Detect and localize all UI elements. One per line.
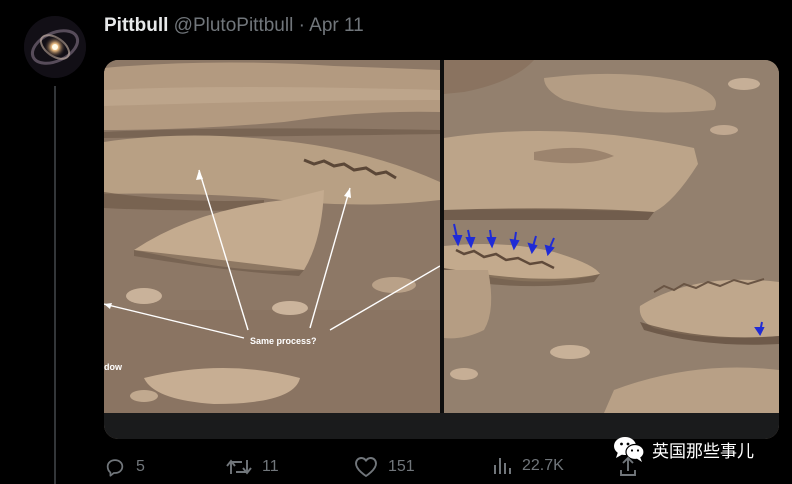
share-button[interactable] xyxy=(618,456,638,478)
annotation-edge-label: dow xyxy=(104,362,122,372)
header-separator: · xyxy=(298,15,305,36)
retweet-button[interactable]: 11 xyxy=(226,456,279,478)
views-count: 22.7K xyxy=(522,457,564,474)
thread-line xyxy=(54,86,56,484)
author-avatar[interactable] xyxy=(24,16,86,78)
share-icon xyxy=(620,456,636,476)
mars-rock-photo-right xyxy=(444,60,779,413)
mars-photo-right[interactable] xyxy=(444,60,779,413)
tweet-actions: 5 11 151 22.7K xyxy=(104,456,774,484)
like-button[interactable]: 151 xyxy=(354,456,415,478)
retweet-icon xyxy=(226,459,252,475)
reply-button[interactable]: 5 xyxy=(104,456,145,478)
views-chart-icon xyxy=(494,458,511,474)
author-name[interactable]: Pittbull xyxy=(104,15,168,36)
tweet-date[interactable]: Apr 11 xyxy=(309,15,364,36)
reply-icon xyxy=(106,459,124,477)
like-count: 151 xyxy=(388,458,415,475)
reply-count: 5 xyxy=(136,458,145,475)
annotation-label: Same process? xyxy=(250,336,317,346)
heart-icon xyxy=(355,457,377,477)
tweet-media[interactable]: Same process? dow xyxy=(104,60,779,439)
retweet-count: 11 xyxy=(262,458,279,475)
mars-photo-left[interactable]: Same process? dow xyxy=(104,60,441,413)
galaxy-avatar-image xyxy=(24,16,86,78)
mars-rock-photo-left xyxy=(104,60,441,413)
views-button[interactable]: 22.7K xyxy=(492,456,564,476)
tweet-header: Pittbull @PlutoPittbull · Apr 11 xyxy=(104,15,364,37)
author-handle[interactable]: @PlutoPittbull xyxy=(174,15,294,36)
